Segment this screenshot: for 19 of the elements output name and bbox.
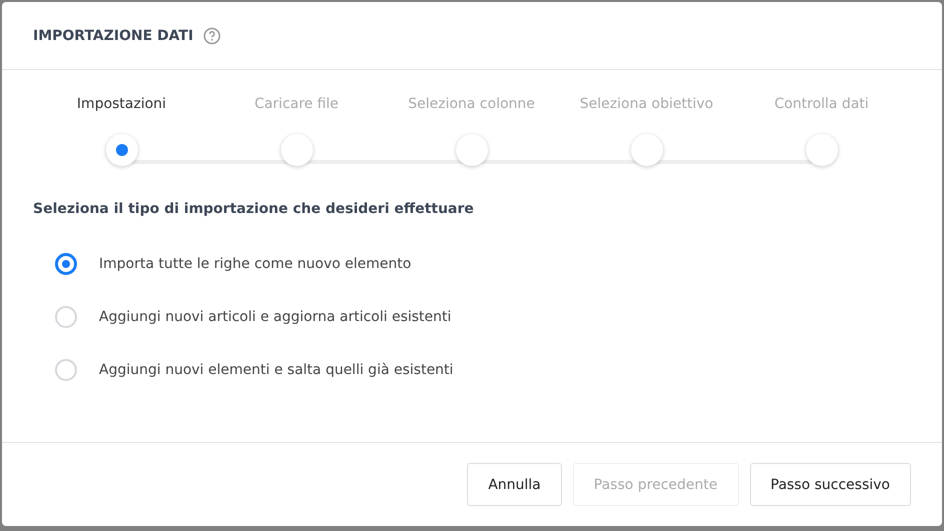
step-label: Seleziona colonne — [408, 96, 535, 112]
step-label: Caricare file — [254, 96, 339, 112]
step-marker[interactable] — [280, 134, 312, 166]
help-icon[interactable] — [203, 26, 222, 44]
radio-button[interactable] — [55, 252, 77, 274]
option-label: Importa tutte le righe come nuovo elemento — [99, 256, 412, 272]
option-label: Aggiungi nuovi elementi e salta quelli già esistenti — [99, 362, 454, 378]
step-marker[interactable] — [630, 134, 662, 166]
option-label: Aggiungi nuovi articoli e aggiorna articoli esistenti — [99, 308, 452, 324]
step-marker[interactable] — [456, 134, 488, 166]
dialog-button[interactable]: Annulla — [467, 463, 562, 506]
question-text: Seleziona il tipo di importazione che desideri effettuare — [33, 201, 475, 217]
step-marker[interactable] — [106, 134, 138, 166]
step-label: Impostazioni — [76, 96, 166, 112]
dialog-button[interactable]: Passo successivo — [750, 463, 911, 506]
step-marker[interactable] — [806, 134, 838, 166]
step-label: Controlla dati — [774, 96, 869, 112]
dialog-title: IMPORTAZIONE DATI — [33, 28, 194, 44]
step-label: Seleziona obiettivo — [580, 96, 714, 112]
